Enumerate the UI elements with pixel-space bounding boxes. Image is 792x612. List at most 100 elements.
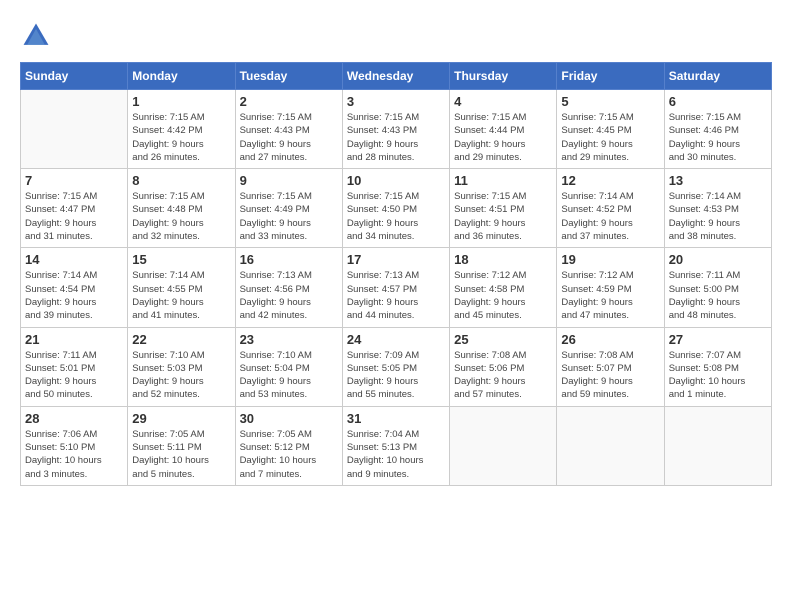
day-info: Sunrise: 7:15 AM Sunset: 4:48 PM Dayligh… [132, 190, 230, 243]
calendar-cell: 6Sunrise: 7:15 AM Sunset: 4:46 PM Daylig… [664, 90, 771, 169]
day-number: 24 [347, 332, 445, 347]
day-number: 12 [561, 173, 659, 188]
weekday-header-sunday: Sunday [21, 63, 128, 90]
calendar-cell: 19Sunrise: 7:12 AM Sunset: 4:59 PM Dayli… [557, 248, 664, 327]
day-number: 3 [347, 94, 445, 109]
day-info: Sunrise: 7:04 AM Sunset: 5:13 PM Dayligh… [347, 428, 445, 481]
calendar-week-row: 14 Sunrise: 7:14 AM Sunset: 4:54 PM Dayli… [21, 248, 772, 327]
day-info: Sunrise: 7:10 AM Sunset: 5:04 PM Dayligh… [240, 349, 338, 402]
day-info: Sunrise: 7:15 AM Sunset: 4:43 PM Dayligh… [347, 111, 445, 164]
day-number: 13 [669, 173, 767, 188]
calendar-week-row: 1 Sunrise: 7:15 AM Sunset: 4:42 PM Daylig… [21, 90, 772, 169]
day-number: 11 [454, 173, 552, 188]
day-number: 4 [454, 94, 552, 109]
day-number: 15 [132, 252, 230, 267]
day-number: 27 [669, 332, 767, 347]
weekday-header-row: SundayMondayTuesdayWednesdayThursdayFrid… [21, 63, 772, 90]
day-number: 8 [132, 173, 230, 188]
day-number: 19 [561, 252, 659, 267]
calendar-cell [21, 90, 128, 169]
weekday-header-wednesday: Wednesday [342, 63, 449, 90]
day-number: 23 [240, 332, 338, 347]
day-info: Sunrise: 7:05 AM Sunset: 5:12 PM Dayligh… [240, 428, 338, 481]
calendar-cell: 7 Sunrise: 7:15 AM Sunset: 4:47 PM Daylig… [21, 169, 128, 248]
day-info: Sunrise: 7:15 AM Sunset: 4:47 PM Dayligh… [25, 190, 123, 243]
logo-icon [20, 20, 52, 52]
weekday-header-thursday: Thursday [450, 63, 557, 90]
day-info: Sunrise: 7:15 AM Sunset: 4:45 PM Dayligh… [561, 111, 659, 164]
day-info: Sunrise: 7:06 AM Sunset: 5:10 PM Dayligh… [25, 428, 123, 481]
calendar-week-row: 7 Sunrise: 7:15 AM Sunset: 4:47 PM Daylig… [21, 169, 772, 248]
weekday-header-monday: Monday [128, 63, 235, 90]
calendar-cell: 15 Sunrise: 7:14 AM Sunset: 4:55 PM Dayli… [128, 248, 235, 327]
day-info: Sunrise: 7:15 AM Sunset: 4:42 PM Dayligh… [132, 111, 230, 164]
day-number: 2 [240, 94, 338, 109]
day-info: Sunrise: 7:15 AM Sunset: 4:51 PM Dayligh… [454, 190, 552, 243]
calendar-cell: 3 Sunrise: 7:15 AM Sunset: 4:43 PM Daylig… [342, 90, 449, 169]
day-info: Sunrise: 7:14 AM Sunset: 4:52 PM Dayligh… [561, 190, 659, 243]
calendar-cell: 11 Sunrise: 7:15 AM Sunset: 4:51 PM Dayli… [450, 169, 557, 248]
day-info: Sunrise: 7:10 AM Sunset: 5:03 PM Dayligh… [132, 349, 230, 402]
calendar-cell: 25 Sunrise: 7:08 AM Sunset: 5:06 PM Dayli… [450, 327, 557, 406]
day-info: Sunrise: 7:09 AM Sunset: 5:05 PM Dayligh… [347, 349, 445, 402]
calendar-cell [664, 406, 771, 485]
calendar-cell: 18Sunrise: 7:12 AM Sunset: 4:58 PM Dayli… [450, 248, 557, 327]
day-number: 26 [561, 332, 659, 347]
day-number: 16 [240, 252, 338, 267]
calendar-cell [557, 406, 664, 485]
calendar-week-row: 28 Sunrise: 7:06 AM Sunset: 5:10 PM Dayli… [21, 406, 772, 485]
weekday-header-friday: Friday [557, 63, 664, 90]
day-number: 5 [561, 94, 659, 109]
calendar-cell: 2 Sunrise: 7:15 AM Sunset: 4:43 PM Daylig… [235, 90, 342, 169]
day-info: Sunrise: 7:08 AM Sunset: 5:06 PM Dayligh… [454, 349, 552, 402]
day-info: Sunrise: 7:05 AM Sunset: 5:11 PM Dayligh… [132, 428, 230, 481]
day-number: 29 [132, 411, 230, 426]
calendar-cell: 13 Sunrise: 7:14 AM Sunset: 4:53 PM Dayli… [664, 169, 771, 248]
day-number: 7 [25, 173, 123, 188]
calendar-cell: 22 Sunrise: 7:10 AM Sunset: 5:03 PM Dayli… [128, 327, 235, 406]
day-info: Sunrise: 7:13 AM Sunset: 4:57 PM Dayligh… [347, 269, 445, 322]
calendar-cell: 20 Sunrise: 7:11 AM Sunset: 5:00 PM Dayli… [664, 248, 771, 327]
calendar-cell: 23 Sunrise: 7:10 AM Sunset: 5:04 PM Dayli… [235, 327, 342, 406]
day-number: 18 [454, 252, 552, 267]
day-info: Sunrise: 7:15 AM Sunset: 4:50 PM Dayligh… [347, 190, 445, 243]
logo [20, 20, 58, 52]
day-info: Sunrise: 7:15 AM Sunset: 4:49 PM Dayligh… [240, 190, 338, 243]
calendar-cell: 4 Sunrise: 7:15 AM Sunset: 4:44 PM Daylig… [450, 90, 557, 169]
day-info: Sunrise: 7:11 AM Sunset: 5:01 PM Dayligh… [25, 349, 123, 402]
calendar-cell: 17 Sunrise: 7:13 AM Sunset: 4:57 PM Dayli… [342, 248, 449, 327]
calendar-cell: 29 Sunrise: 7:05 AM Sunset: 5:11 PM Dayli… [128, 406, 235, 485]
day-number: 10 [347, 173, 445, 188]
day-info: Sunrise: 7:15 AM Sunset: 4:43 PM Dayligh… [240, 111, 338, 164]
day-number: 14 [25, 252, 123, 267]
calendar-cell: 10 Sunrise: 7:15 AM Sunset: 4:50 PM Dayli… [342, 169, 449, 248]
day-number: 22 [132, 332, 230, 347]
day-number: 20 [669, 252, 767, 267]
calendar-cell: 14 Sunrise: 7:14 AM Sunset: 4:54 PM Dayli… [21, 248, 128, 327]
day-info: Sunrise: 7:13 AM Sunset: 4:56 PM Dayligh… [240, 269, 338, 322]
day-number: 17 [347, 252, 445, 267]
day-info: Sunrise: 7:08 AM Sunset: 5:07 PM Dayligh… [561, 349, 659, 402]
day-info: Sunrise: 7:14 AM Sunset: 4:53 PM Dayligh… [669, 190, 767, 243]
day-number: 31 [347, 411, 445, 426]
weekday-header-saturday: Saturday [664, 63, 771, 90]
day-info: Sunrise: 7:11 AM Sunset: 5:00 PM Dayligh… [669, 269, 767, 322]
calendar-cell: 30Sunrise: 7:05 AM Sunset: 5:12 PM Dayli… [235, 406, 342, 485]
calendar-cell [450, 406, 557, 485]
day-info: Sunrise: 7:15 AM Sunset: 4:44 PM Dayligh… [454, 111, 552, 164]
day-number: 1 [132, 94, 230, 109]
calendar-cell: 16 Sunrise: 7:13 AM Sunset: 4:56 PM Dayli… [235, 248, 342, 327]
calendar-cell: 12 Sunrise: 7:14 AM Sunset: 4:52 PM Dayli… [557, 169, 664, 248]
day-info: Sunrise: 7:14 AM Sunset: 4:55 PM Dayligh… [132, 269, 230, 322]
day-info: Sunrise: 7:14 AM Sunset: 4:54 PM Dayligh… [25, 269, 123, 322]
day-number: 25 [454, 332, 552, 347]
day-number: 6 [669, 94, 767, 109]
calendar-cell: 1 Sunrise: 7:15 AM Sunset: 4:42 PM Daylig… [128, 90, 235, 169]
calendar-cell: 5 Sunrise: 7:15 AM Sunset: 4:45 PM Daylig… [557, 90, 664, 169]
page-header [20, 20, 772, 52]
day-number: 28 [25, 411, 123, 426]
calendar-cell: 28 Sunrise: 7:06 AM Sunset: 5:10 PM Dayli… [21, 406, 128, 485]
calendar-cell: 8 Sunrise: 7:15 AM Sunset: 4:48 PM Daylig… [128, 169, 235, 248]
weekday-header-tuesday: Tuesday [235, 63, 342, 90]
calendar-cell: 27Sunrise: 7:07 AM Sunset: 5:08 PM Dayli… [664, 327, 771, 406]
